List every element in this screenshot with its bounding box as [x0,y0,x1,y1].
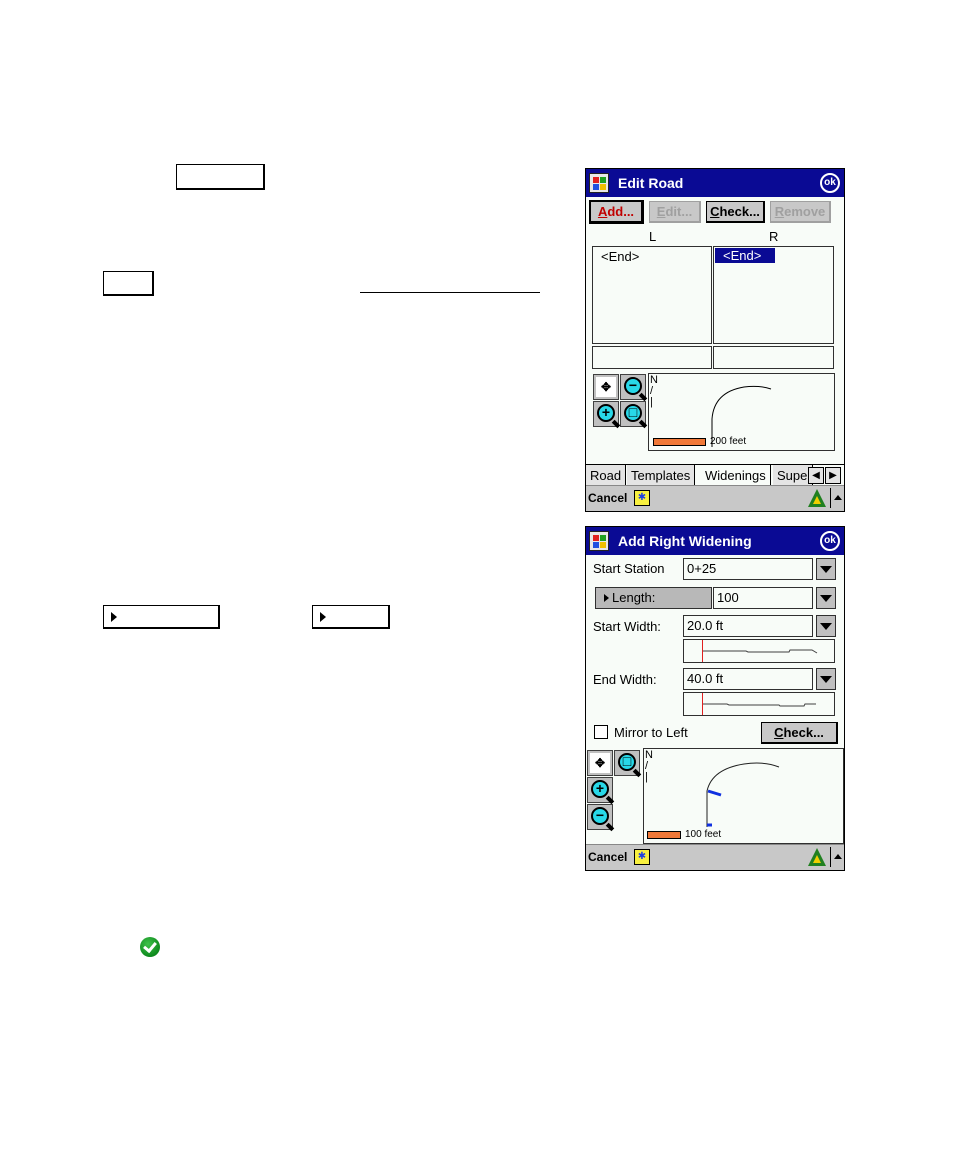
check-button[interactable]: Check... [761,722,838,744]
zoom-out-icon: − [624,377,642,395]
list-item[interactable]: <End> [601,249,639,264]
start-station-input[interactable]: 0+25 [683,558,813,580]
zoom-out-icon: − [591,807,609,825]
command-bar: Cancel ✱ [586,844,844,870]
zoom-window-button[interactable]: □ [614,750,640,776]
scale-label: 200 feet [710,436,747,447]
tab-widenings[interactable]: Widenings [701,465,771,486]
left-column-header: L [649,229,657,244]
tab-road[interactable]: Road [586,465,627,486]
length-input[interactable]: 100 [713,587,813,609]
tab-templates[interactable]: Templates [627,465,696,486]
zoom-in-icon: + [591,780,609,798]
cancel-button[interactable]: Cancel [588,850,627,864]
trimble-logo-icon[interactable] [808,848,826,866]
keyboard-icon[interactable]: ✱ [634,849,650,865]
sip-up-arrow-icon[interactable] [834,495,842,500]
scale-label: 100 feet [685,829,722,840]
green-check-icon [140,937,160,957]
mirror-to-left-label[interactable]: Mirror to Left [614,725,688,740]
zoom-window-icon: □ [624,404,642,422]
start-menu-icon[interactable] [589,173,609,193]
start-station-dropdown[interactable] [816,558,836,580]
window-title: Add Right Widening [618,533,752,549]
divider [830,847,831,867]
length-mode-button[interactable]: Length: [595,587,712,609]
zoom-in-button[interactable]: + [593,401,619,427]
zoom-out-button[interactable]: − [587,804,613,830]
ok-button[interactable]: ok [820,531,840,551]
edit-road-screen: Edit Road ok Add... Edit... Check... Rem… [585,168,845,512]
triangle-right-icon [604,594,609,602]
end-width-dropdown[interactable] [816,668,836,690]
tab-strip: Road Templates Widenings Supe ◀ ▶ [586,464,844,486]
zoom-extents-button[interactable]: ✥ [593,374,619,400]
template-profile [703,649,818,654]
doc-field-placeholder-1 [103,605,220,629]
zoom-extents-icon: ✥ [596,377,616,397]
triangle-right-icon [111,611,117,622]
road-map-view[interactable]: N / | 200 feet [648,373,835,451]
zoom-extents-icon: ✥ [590,753,610,773]
start-width-label: Start Width: [593,619,661,634]
check-button[interactable]: Check... [706,201,765,223]
add-button[interactable]: Add... [589,200,644,224]
left-widenings-list[interactable]: <End> [592,246,712,344]
zoom-window-icon: □ [618,753,636,771]
doc-button-placeholder-2 [103,271,154,296]
trimble-logo-icon[interactable] [808,489,826,507]
end-width-profile-preview [683,692,835,716]
sip-up-arrow-icon[interactable] [834,854,842,859]
tab-scroll-right-button[interactable]: ▶ [825,467,841,484]
zoom-in-icon: + [597,404,615,422]
title-bar: Add Right Widening ok [586,527,844,555]
zoom-window-button[interactable]: □ [620,401,646,427]
zoom-out-button[interactable]: − [620,374,646,400]
tab-superelevation[interactable]: Supe [773,465,813,486]
edit-button[interactable]: Edit... [649,201,701,223]
doc-underline-rule [360,292,540,293]
mirror-to-left-checkbox[interactable] [594,725,608,739]
right-widenings-list[interactable]: <End> [713,246,834,344]
start-width-profile-preview [683,639,835,663]
scale-bar [647,831,681,839]
start-station-label: Start Station [593,561,665,576]
right-column-header: R [769,229,779,244]
start-width-input[interactable]: 20.0 ft [683,615,813,637]
window-title: Edit Road [618,175,684,191]
template-profile [703,703,816,707]
left-detail-box [592,346,712,369]
scale-bar [653,438,706,446]
widening-start-marker [707,789,722,797]
remove-button[interactable]: Remove [770,201,831,223]
keyboard-icon[interactable]: ✱ [634,490,650,506]
zoom-extents-button[interactable]: ✥ [587,750,613,776]
add-widening-screen: Add Right Widening ok Start Station 0+25… [585,526,845,871]
doc-button-placeholder-1 [176,164,265,190]
divider [830,488,831,508]
start-width-dropdown[interactable] [816,615,836,637]
tab-scroll-left-button[interactable]: ◀ [808,467,824,484]
triangle-right-icon [320,611,326,622]
length-dropdown[interactable] [816,587,836,609]
list-item-selected[interactable]: <End> [715,248,775,263]
right-detail-box [713,346,834,369]
widening-map-view[interactable]: N / | 100 feet [643,748,844,844]
start-menu-icon[interactable] [589,531,609,551]
cancel-button[interactable]: Cancel [588,491,627,505]
zoom-in-button[interactable]: + [587,777,613,803]
doc-field-placeholder-2 [312,605,390,629]
ok-button[interactable]: ok [820,173,840,193]
command-bar: Cancel ✱ [586,485,844,511]
end-width-input[interactable]: 40.0 ft [683,668,813,690]
end-width-label: End Width: [593,672,657,687]
title-bar: Edit Road ok [586,169,844,197]
